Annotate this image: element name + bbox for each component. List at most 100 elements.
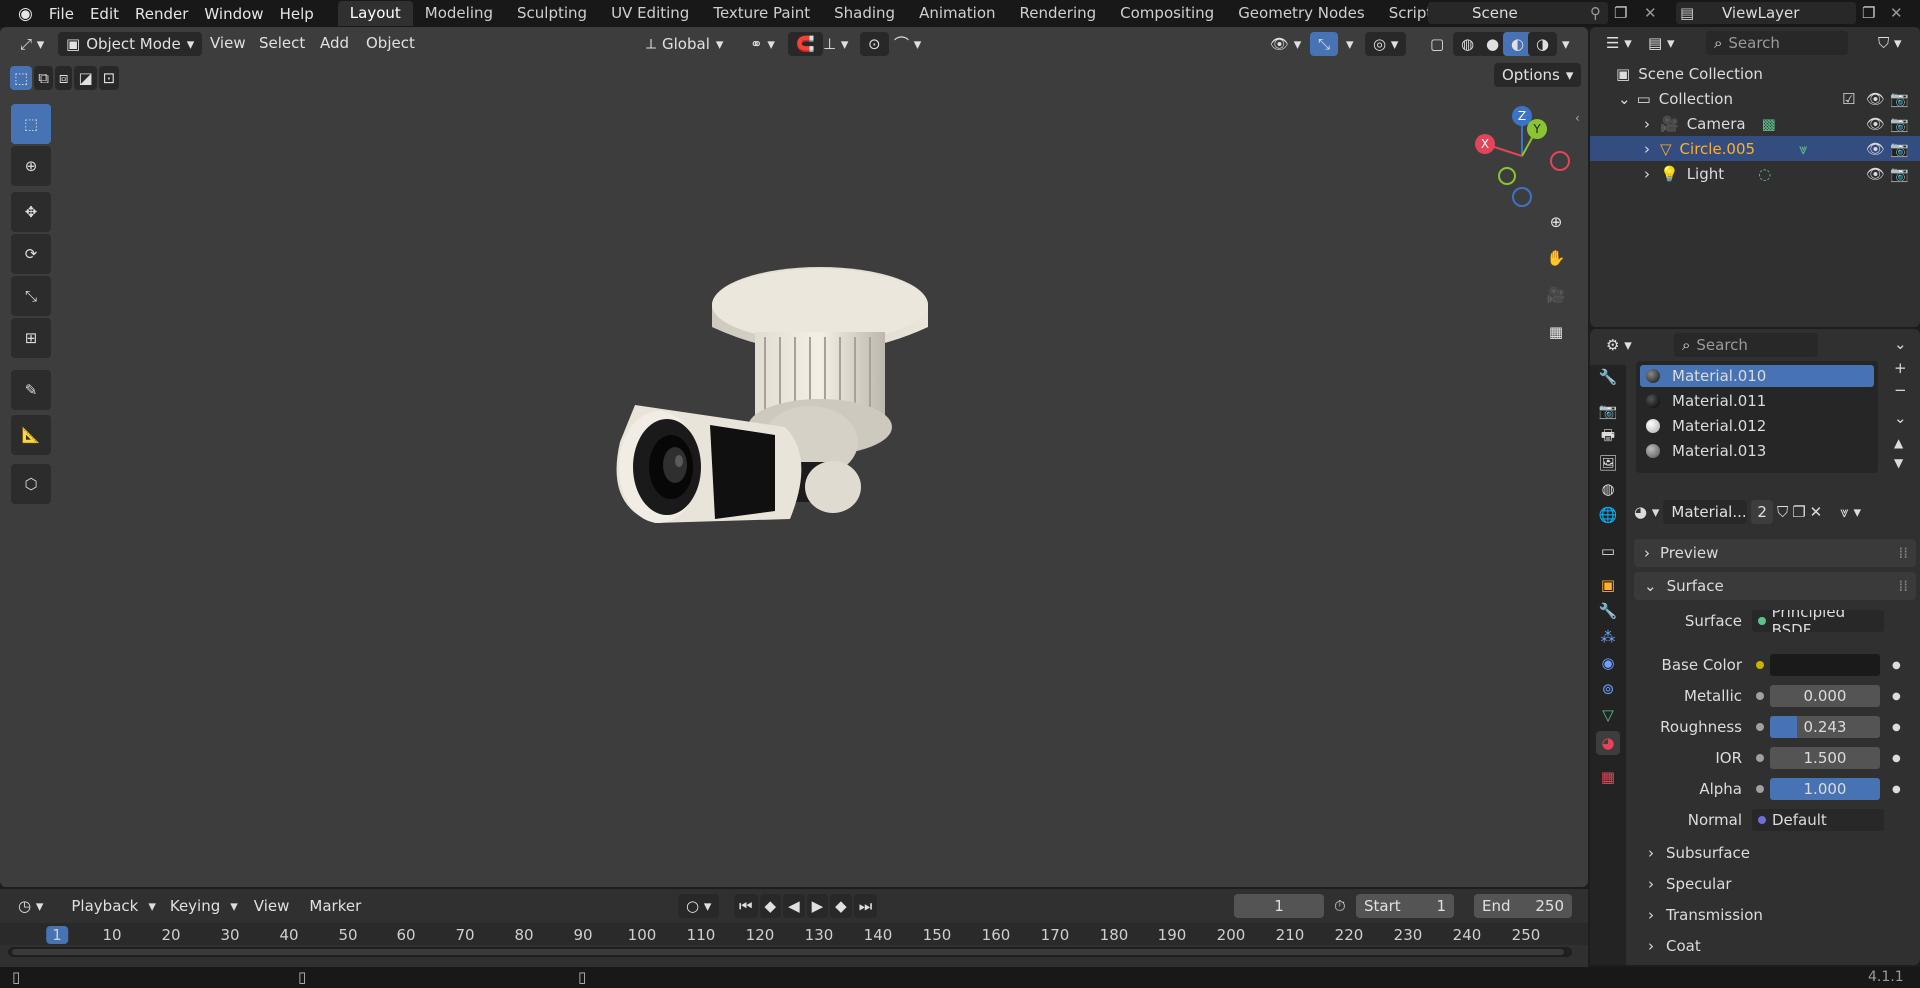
select-intersect-icon[interactable]: ⊡	[98, 66, 120, 90]
material-tab-icon[interactable]: ◕	[1596, 731, 1620, 755]
keyframe-dot-icon[interactable]: ●	[1892, 691, 1901, 702]
zoom-icon[interactable]: ⊕	[1541, 207, 1571, 237]
particles-tab-icon[interactable]: ⁂	[1596, 625, 1620, 649]
expand-icon[interactable]: ›	[1644, 140, 1650, 158]
move-slot-up-icon[interactable]: ▲	[1894, 436, 1903, 450]
constraints-tab-icon[interactable]: ⊚	[1596, 677, 1620, 701]
pin-icon[interactable]: ⚲	[1590, 4, 1601, 22]
material-slot-item[interactable]: Material.010	[1640, 365, 1874, 387]
visibility-eye-icon[interactable]: 👁	[1866, 115, 1885, 133]
select-box-tool[interactable]: ⬚	[11, 104, 51, 144]
measure-tool[interactable]: 📐	[11, 415, 51, 455]
timeline-scrollbar[interactable]	[8, 947, 1572, 957]
jump-start-icon[interactable]: ⏮	[734, 894, 758, 918]
outliner-item-light[interactable]: › 💡 Light ◌ 👁 📷	[1590, 161, 1920, 186]
slot-specials-icon[interactable]: ⌄	[1894, 409, 1907, 427]
3d-viewport[interactable]: ⤢ ▾ ▣ Object Mode ▾ View Select Add Objec…	[0, 27, 1588, 887]
menu-object[interactable]: Object	[356, 34, 425, 52]
orientation-dropdown[interactable]: ⟂ Global ▾	[638, 32, 731, 56]
prev-keyframe-icon[interactable]: ◆	[759, 894, 782, 918]
pan-icon[interactable]: ✋	[1541, 243, 1571, 273]
editor-type-button[interactable]: ⤢ ▾	[12, 32, 52, 56]
ortho-toggle-icon[interactable]: ▦	[1541, 317, 1571, 347]
menu-edit[interactable]: Edit	[82, 5, 127, 23]
scrollbar-thumb[interactable]	[12, 949, 1564, 955]
play-reverse-icon[interactable]: ◀	[783, 894, 805, 918]
visibility-dropdown[interactable]: 👁 ▾	[1262, 32, 1309, 56]
tab-compositing[interactable]: Compositing	[1108, 1, 1226, 26]
xray-toggle[interactable]: ▢	[1422, 32, 1452, 56]
tab-modeling[interactable]: Modeling	[413, 1, 505, 26]
texture-tab-icon[interactable]: ▦	[1596, 765, 1620, 789]
menu-marker[interactable]: Marker	[299, 897, 371, 915]
surface-panel-header[interactable]: ⌄ Surface ⁞⁞	[1634, 572, 1916, 600]
ior-field[interactable]: 1.500	[1770, 747, 1880, 769]
tab-uv-editing[interactable]: UV Editing	[599, 1, 701, 26]
metallic-slider[interactable]: 0.000	[1770, 685, 1880, 707]
normal-field[interactable]: Default	[1752, 809, 1884, 831]
visibility-eye-icon[interactable]: 👁	[1866, 165, 1885, 183]
shading-dropdown[interactable]: ▾	[1554, 32, 1578, 56]
next-keyframe-icon[interactable]: ◆	[830, 894, 852, 918]
tab-shading[interactable]: Shading	[822, 1, 907, 26]
menu-render[interactable]: Render	[127, 5, 196, 23]
tab-layout[interactable]: Layout	[337, 1, 413, 26]
render-camera-icon[interactable]: 📷	[1890, 140, 1909, 158]
select-invert-icon[interactable]: ◪	[74, 66, 97, 90]
material-users-count[interactable]: 2	[1751, 500, 1773, 524]
region-toggle-icon[interactable]: ‹	[1575, 111, 1580, 125]
roughness-slider[interactable]: 0.243	[1770, 716, 1880, 738]
exclude-checkbox[interactable]: ☑	[1842, 90, 1855, 108]
select-extend-icon[interactable]: ⧉	[34, 66, 53, 90]
material-slot-item[interactable]: Material.013	[1640, 440, 1874, 462]
alpha-slider[interactable]: 1.000	[1770, 778, 1880, 800]
menu-add[interactable]: Add	[310, 34, 359, 52]
material-browse-icon[interactable]: ◕ ▾	[1634, 503, 1659, 521]
data-tab-icon[interactable]: ▽	[1596, 703, 1620, 727]
fake-user-icon[interactable]: ⛉	[1777, 503, 1788, 521]
menu-view[interactable]: View	[200, 34, 256, 52]
gizmo-toggle[interactable]: ⤡	[1310, 32, 1339, 56]
drag-handle-icon[interactable]: ⁞⁞	[1898, 577, 1908, 595]
current-frame-field[interactable]: 1	[1234, 894, 1324, 918]
outliner-item-circle[interactable]: › ▽ Circle.005 ⩔ 👁 📷	[1590, 136, 1920, 161]
start-frame-field[interactable]: Start 1	[1356, 894, 1454, 918]
keyframe-dot-icon[interactable]: ●	[1892, 784, 1901, 795]
visibility-eye-icon[interactable]: 👁	[1866, 140, 1885, 158]
options-chevron-icon[interactable]: ⌄	[1894, 335, 1907, 353]
snap-target-dropdown[interactable]: ⊥ ▾	[815, 32, 856, 56]
preview-range-icon[interactable]: ⏱	[1334, 897, 1346, 915]
move-slot-down-icon[interactable]: ▼	[1894, 456, 1903, 470]
object-tab-icon[interactable]: ▣	[1596, 573, 1620, 597]
physics-tab-icon[interactable]: ◉	[1596, 651, 1620, 675]
material-slot-item[interactable]: Material.012	[1640, 415, 1874, 437]
blender-logo-icon[interactable]: ◉	[10, 4, 41, 24]
menu-window[interactable]: Window	[196, 5, 271, 23]
material-slot-list[interactable]: Material.010 Material.011 Material.012 M…	[1636, 361, 1878, 473]
falloff-dropdown[interactable]: ⌒ ▾	[886, 32, 929, 56]
menu-timeline-view[interactable]: View	[244, 897, 300, 915]
pivot-dropdown[interactable]: ⚭ ▾	[742, 32, 783, 56]
world-tab-icon[interactable]: 🌐	[1596, 503, 1620, 527]
proportional-edit-toggle[interactable]: ⊙	[860, 32, 889, 56]
transform-tool[interactable]: ⊞	[11, 318, 51, 358]
gizmo-dropdown[interactable]: ▾	[1338, 32, 1362, 56]
tool-tab-icon[interactable]: 🔧	[1596, 365, 1620, 389]
tab-rendering[interactable]: Rendering	[1008, 1, 1109, 26]
view-layer-tab-icon[interactable]: 🖼	[1596, 451, 1620, 475]
new-view-layer-icon[interactable]: ❐	[1862, 4, 1875, 22]
render-tab-icon[interactable]: 📷	[1596, 399, 1620, 423]
specular-subpanel[interactable]: › Specular	[1634, 871, 1916, 896]
menu-file[interactable]: File	[41, 5, 82, 23]
frame-ruler[interactable]: 1 10 20 30 40 50 60 70 80 90 100 110 120…	[0, 923, 1588, 945]
transmission-subpanel[interactable]: › Transmission	[1634, 902, 1916, 927]
display-mode-dropdown[interactable]: ▤ ▾	[1640, 31, 1682, 55]
move-tool[interactable]: ✥	[11, 192, 51, 232]
add-slot-icon[interactable]: +	[1894, 359, 1907, 377]
surface-shader-field[interactable]: Principled BSDF	[1752, 610, 1884, 632]
tab-animation[interactable]: Animation	[907, 1, 1007, 26]
socket-icon[interactable]	[1756, 785, 1764, 793]
link-dropdown-icon[interactable]: ⩔ ▾	[1840, 503, 1861, 521]
collection-tab-icon[interactable]: ▭	[1596, 539, 1620, 563]
scene-tab-icon[interactable]: ◍	[1596, 477, 1620, 501]
